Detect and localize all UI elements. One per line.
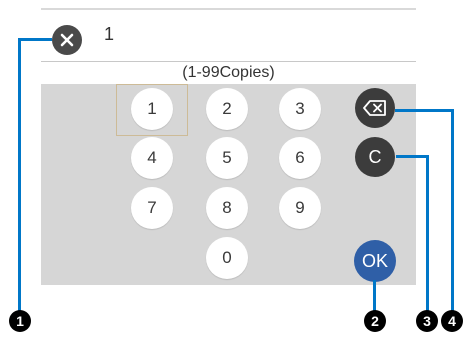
key-2[interactable]: 2 (206, 88, 248, 130)
backspace-icon (363, 100, 386, 116)
ok-button[interactable]: OK (354, 240, 396, 282)
callout-badge-2: 2 (364, 310, 386, 332)
callout-line-1-horizontal (18, 38, 52, 41)
key-3[interactable]: 3 (279, 88, 321, 130)
callout-badge-3: 3 (416, 310, 438, 332)
backspace-button[interactable] (355, 88, 395, 128)
range-label: (1-99Copies) (41, 61, 416, 85)
copies-value: 1 (104, 24, 115, 44)
callout-line-2 (373, 280, 376, 311)
callout-line-4-horizontal (395, 109, 454, 112)
key-9[interactable]: 9 (279, 187, 321, 229)
key-6[interactable]: 6 (279, 137, 321, 179)
key-5[interactable]: 5 (206, 137, 248, 179)
callout-line-4-vertical (451, 109, 454, 312)
callout-badge-4: 4 (441, 310, 463, 332)
callout-line-3-vertical (426, 155, 429, 312)
close-button[interactable] (52, 25, 82, 55)
key-8[interactable]: 8 (206, 187, 248, 229)
callout-line-1-vertical (18, 38, 21, 312)
key-0[interactable]: 0 (206, 237, 248, 279)
callout-badge-1: 1 (9, 310, 31, 332)
close-icon (60, 33, 74, 47)
clear-button[interactable]: C (355, 137, 395, 177)
key-7[interactable]: 7 (131, 187, 173, 229)
key-1[interactable]: 1 (131, 88, 173, 130)
key-4[interactable]: 4 (131, 137, 173, 179)
top-border (41, 8, 416, 10)
callout-line-3-horizontal (396, 155, 429, 158)
